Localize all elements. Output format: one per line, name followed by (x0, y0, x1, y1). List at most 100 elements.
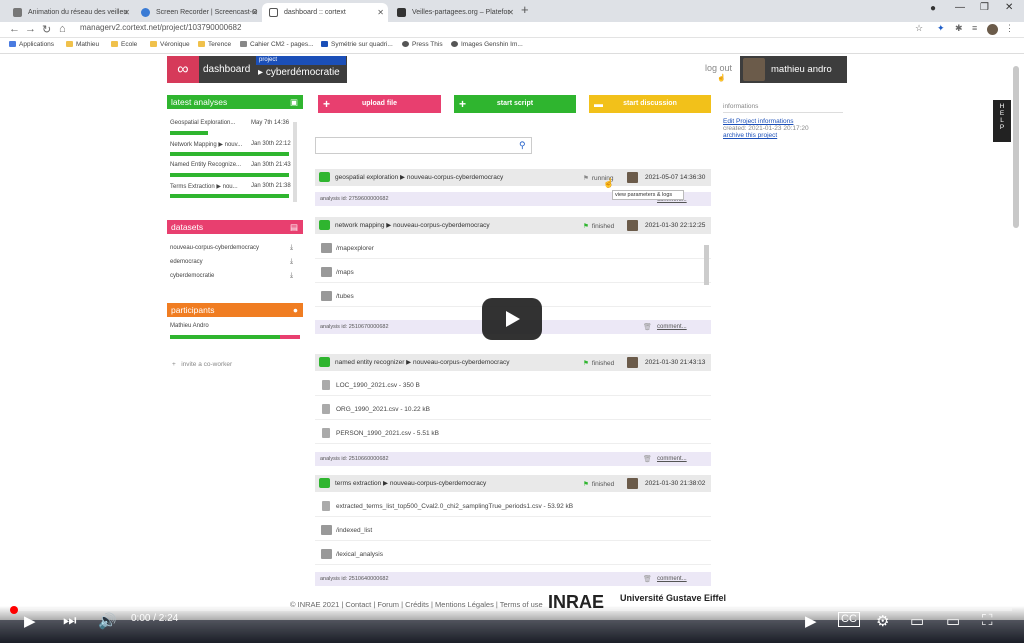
close-tab-icon[interactable]: ✕ (377, 3, 384, 22)
author-avatar (627, 478, 638, 489)
result-folder[interactable]: /maps (315, 262, 711, 283)
minimize-icon[interactable]: — (955, 2, 965, 13)
edit-project-link[interactable]: Edit Project informations (723, 118, 843, 125)
logout-link[interactable]: log out (705, 63, 732, 73)
project-name[interactable]: ▸ cyberdémocratie (258, 67, 340, 78)
search-input[interactable] (315, 137, 532, 154)
result-file[interactable]: extracted_terms_list_top500_Cval2.0_chi2… (315, 496, 711, 517)
start-script-button[interactable]: + start script (454, 95, 576, 113)
video-scrubber[interactable] (10, 606, 18, 614)
trash-icon[interactable]: 🗑 (643, 575, 652, 583)
bookmark-item[interactable]: Terence (198, 41, 231, 48)
bookmark-item[interactable]: Applications (9, 41, 54, 48)
download-icon[interactable]: ⤓ (290, 258, 293, 266)
play-icon[interactable]: ▶ (24, 612, 36, 630)
comment-link[interactable]: comment... (657, 456, 687, 462)
search-icon[interactable]: ⚲ (519, 140, 526, 151)
page-scrollbar[interactable] (1013, 66, 1019, 228)
help-button[interactable]: HELP (993, 100, 1011, 142)
dataset-item[interactable]: edemocracy (170, 259, 203, 265)
status-finished[interactable]: ⚑ finished (583, 480, 614, 488)
participant-bar (170, 335, 280, 339)
panel-scrollbar[interactable] (293, 122, 297, 202)
playlist-icon[interactable]: ≡ (972, 23, 977, 33)
back-icon[interactable]: ← (9, 23, 20, 35)
result-folder[interactable]: /indexed_list (315, 520, 711, 541)
video-play-button[interactable] (482, 298, 542, 340)
close-window-icon[interactable]: ✕ (1005, 2, 1013, 13)
forward-icon[interactable]: → (25, 23, 36, 35)
maximize-icon[interactable]: ❐ (980, 2, 989, 13)
record-icon[interactable]: ● (930, 3, 936, 14)
trash-icon[interactable]: 🗑 (643, 455, 652, 463)
close-tab-icon[interactable]: ✕ (507, 3, 514, 22)
flag-icon: ⚑ (583, 223, 589, 230)
browser-tab-active[interactable]: dashboard :: cortext ✕ (262, 3, 388, 22)
tab-favicon-icon (397, 8, 406, 17)
result-folder[interactable]: /mapexplorer (315, 238, 711, 259)
result-file[interactable]: PERSON_1990_2021.csv - 5.51 kB (315, 423, 711, 444)
folder-icon (150, 41, 157, 47)
participant-item[interactable]: Mathieu Andro (170, 323, 209, 329)
list-scrollbar[interactable] (704, 245, 709, 285)
bookmark-item[interactable]: Cahier CM2 - pages... (240, 41, 314, 48)
latest-analysis-item[interactable]: Terms Extraction ▶ nou... (170, 183, 238, 190)
result-file[interactable]: LOC_1990_2021.csv - 350 B (315, 375, 711, 396)
star-icon[interactable]: ☆ (915, 23, 923, 34)
fullscreen-icon[interactable]: ⛶ (982, 612, 993, 629)
close-tab-icon[interactable]: ✕ (123, 3, 130, 22)
next-icon[interactable]: ⏭ (63, 612, 77, 629)
invite-coworker-link[interactable]: + invite a co-worker (172, 361, 232, 368)
theater-mode-icon[interactable]: ▭ (946, 612, 960, 630)
comment-link[interactable]: comment... (657, 324, 687, 330)
close-tab-icon[interactable]: ✕ (251, 3, 258, 22)
status-finished[interactable]: ⚑ finished (583, 222, 614, 230)
bookmark-item[interactable]: Press This (402, 41, 443, 48)
miniplayer-icon[interactable]: ▭ (910, 612, 924, 630)
download-icon[interactable]: ⤓ (290, 272, 293, 280)
trash-icon[interactable]: 🗑 (643, 323, 652, 331)
latest-analysis-date: May 7th 14:36 (251, 120, 290, 126)
latest-analysis-item[interactable]: Network Mapping ▶ nouv... (170, 141, 242, 148)
archive-project-link[interactable]: archive this project (723, 132, 843, 139)
bookmark-item[interactable]: Symétrie sur quadri... (321, 41, 393, 48)
download-icon[interactable]: ⤓ (290, 244, 293, 252)
video-progress-bar[interactable] (12, 608, 1012, 611)
settings-icon[interactable]: ⚙ (876, 612, 889, 630)
participants-header: participants ● (167, 303, 303, 317)
subtitles-icon[interactable]: CC (838, 612, 860, 627)
url-field[interactable]: managerv2.cortext.net/project/1037900006… (80, 23, 241, 32)
start-discussion-button[interactable]: ▬ start discussion (589, 95, 711, 113)
new-tab-icon[interactable]: + (521, 2, 529, 17)
autoplay-icon[interactable]: ▶ (805, 612, 817, 630)
status-finished[interactable]: ⚑ finished (583, 359, 614, 367)
bookmark-item[interactable]: Ecole (111, 41, 137, 48)
datasets-header: datasets ▤ (167, 220, 303, 234)
browser-tab[interactable]: Veilles-partagees.org – Platefor ✕ (390, 3, 518, 22)
latest-analysis-item[interactable]: Named Entity Recognize... (170, 162, 241, 168)
browser-tab[interactable]: Animation du réseau des veilleu ✕ (6, 3, 134, 22)
reload-icon[interactable]: ↻ (42, 23, 51, 36)
extension-icon[interactable]: ✦ (937, 23, 945, 34)
comment-link[interactable]: comment... (657, 576, 687, 582)
home-icon[interactable]: ⌂ (59, 23, 66, 35)
cortext-logo[interactable]: ∞ (167, 56, 199, 83)
result-folder[interactable]: /lexical_analysis (315, 544, 711, 565)
profile-avatar[interactable] (987, 24, 998, 35)
tab-favicon-icon (141, 8, 150, 17)
dashboard-link[interactable]: dashboard (199, 56, 255, 83)
tab-favicon-icon (269, 8, 278, 17)
volume-icon[interactable]: 🔊 (98, 612, 117, 630)
bookmark-item[interactable]: Mathieu (66, 41, 99, 48)
dataset-item[interactable]: cyberdemocratie (170, 273, 214, 279)
latest-analysis-item[interactable]: Geospatial Exploration... (170, 120, 235, 126)
extension-icon[interactable]: ✱ (955, 23, 963, 34)
result-file[interactable]: ORG_1990_2021.csv - 10.22 kB (315, 399, 711, 420)
bookmark-item[interactable]: Véronique (150, 41, 190, 48)
latest-analysis-date: Jan 30th 22:12 (251, 141, 291, 147)
bookmark-item[interactable]: Images Genshin Im... (451, 41, 523, 48)
dataset-item[interactable]: nouveau-corpus-cyberdemocracy (170, 245, 259, 251)
menu-icon[interactable]: ⋮ (1005, 23, 1014, 34)
browser-tab[interactable]: Screen Recorder | Screencast-O ✕ (134, 3, 262, 22)
upload-file-button[interactable]: + upload file (318, 95, 441, 113)
